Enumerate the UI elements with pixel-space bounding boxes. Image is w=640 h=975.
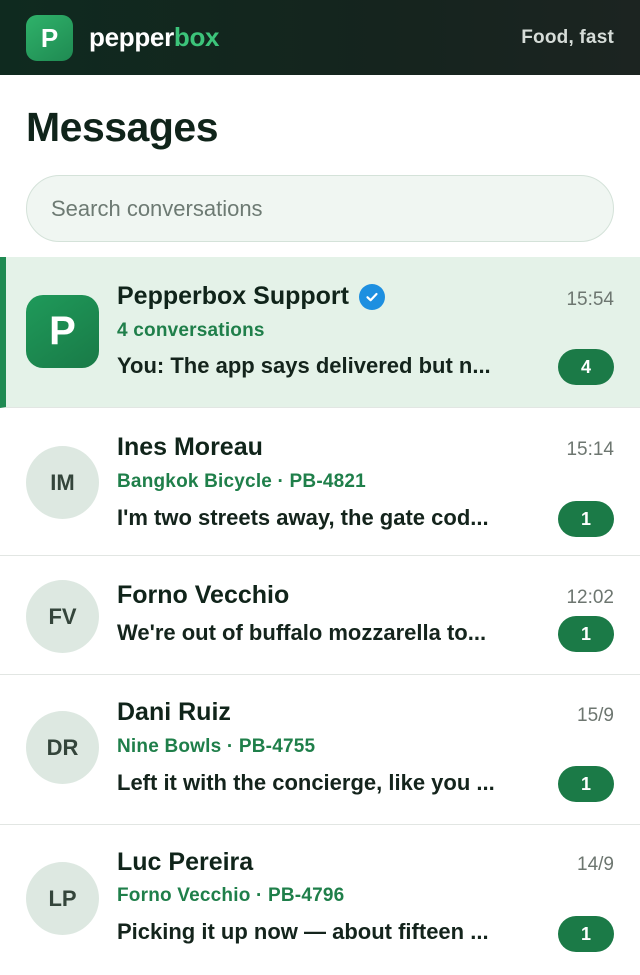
avatar-initials: DR — [46, 734, 79, 760]
avatar-initials: IM — [50, 469, 75, 495]
app-header: P pepperbox Food, fast — [0, 0, 640, 75]
conversation-row-forno-vecchio[interactable]: FV Forno Vecchio 12:02 We're out of buff… — [0, 556, 640, 675]
search-input[interactable] — [51, 195, 613, 222]
unread-badge: 4 — [558, 349, 614, 385]
unread-badge: 1 — [558, 501, 614, 537]
message-preview: You: The app says delivered but n... — [117, 353, 491, 378]
unread-badge: 1 — [558, 916, 614, 952]
app-tagline: Food, fast — [521, 27, 614, 48]
message-time: 15:14 — [566, 439, 614, 460]
avatar-initials: FV — [48, 603, 77, 629]
conversation-row-pepperbox-support[interactable]: P Pepperbox Support 15:54 4 conversation… — [0, 257, 640, 408]
logo-letter: P — [40, 22, 59, 53]
message-preview: I'm two streets away, the gate cod... — [117, 505, 489, 530]
order-reference: Nine Bowls · PB-4755 — [117, 736, 316, 757]
message-preview: We're out of buffalo mozzarella to... — [117, 620, 487, 645]
message-time: 15:54 — [566, 289, 614, 310]
order-reference: Bangkok Bicycle · PB-4821 — [117, 471, 366, 492]
contact-name: Pepperbox Support — [117, 282, 349, 310]
message-preview: Left it with the concierge, like you ... — [117, 770, 495, 795]
avatar: IM — [26, 446, 99, 519]
avatar: DR — [26, 711, 99, 784]
conversation-row-dani-ruiz[interactable]: DR Dani Ruiz 15/9 Nine Bowls · PB-4755 L… — [0, 675, 640, 825]
app-logo[interactable]: P — [26, 15, 73, 61]
message-time: 12:02 — [566, 587, 614, 608]
brand-name: pepperbox — [89, 22, 220, 53]
brand-main: pepper — [89, 22, 174, 52]
search-bar[interactable] — [26, 175, 614, 242]
verified-icon — [358, 283, 385, 310]
conversation-row-luc-pereira[interactable]: LP Luc Pereira 14/9 Forno Vecchio · PB-4… — [0, 825, 640, 975]
conversation-list: P Pepperbox Support 15:54 4 conversation… — [0, 257, 640, 975]
message-time: 15/9 — [577, 705, 614, 726]
conversation-row-ines-moreau[interactable]: IM Ines Moreau 15:14 Bangkok Bicycle · P… — [0, 408, 640, 556]
avatar-initials: LP — [48, 885, 77, 911]
brand-accent: box — [173, 22, 220, 52]
page-title: Messages — [26, 104, 219, 150]
conversation-count: 4 conversations — [117, 320, 265, 341]
contact-name: Dani Ruiz — [117, 698, 231, 726]
avatar: P — [26, 295, 99, 368]
avatar-letter: P — [49, 309, 76, 353]
unread-badge: 1 — [558, 766, 614, 802]
avatar: LP — [26, 862, 99, 935]
message-preview: Picking it up now — about fifteen ... — [117, 919, 489, 944]
contact-name: Luc Pereira — [117, 848, 254, 876]
order-reference: Forno Vecchio · PB-4796 — [117, 885, 345, 906]
contact-name: Forno Vecchio — [117, 581, 290, 609]
avatar: FV — [26, 580, 99, 653]
message-time: 14/9 — [577, 854, 614, 875]
unread-badge: 1 — [558, 616, 614, 652]
contact-name: Ines Moreau — [117, 433, 263, 461]
contact-name-row: Pepperbox Support — [117, 282, 385, 311]
